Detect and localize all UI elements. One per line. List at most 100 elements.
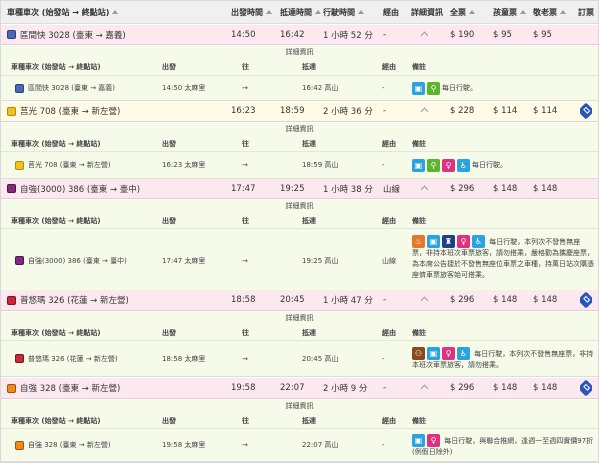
detail-train: 區間快 3028 (臺東 → 嘉義) bbox=[15, 76, 115, 100]
tzechiang-train-icon bbox=[7, 383, 16, 393]
detail-header-row: 車種車次 (始發站 → 終點站) 出發 往 抵達 經由 備註 bbox=[1, 325, 598, 341]
collapse-details-button[interactable] bbox=[421, 290, 428, 310]
col-duration[interactable]: 行駛時間 bbox=[323, 1, 364, 23]
puyuma-train-icon bbox=[15, 354, 24, 363]
full-fare: $ 296 bbox=[450, 295, 475, 305]
col-book-label: 訂票 bbox=[578, 7, 594, 17]
col-senior[interactable]: 敬老票 bbox=[533, 1, 566, 23]
detail-col-train: 車種車次 (始發站 → 終點站) bbox=[11, 139, 101, 148]
train-name[interactable]: 自強 328 (臺東 → 新左營) bbox=[7, 378, 120, 398]
train-number: 自強 328 bbox=[20, 384, 56, 394]
note-paragraph: ⚇ ▣ ♀ ♿ 每日行駛，本列次不發售無座票，非持本班次車票旅客，請勿搭乘。 bbox=[412, 347, 594, 371]
detail-route: 自強 328 (臺東 → 新左營) bbox=[28, 441, 111, 449]
calendar-icon: ▣ bbox=[427, 235, 440, 248]
detail-col-via: 經由 bbox=[382, 416, 396, 425]
collapse-details-button[interactable] bbox=[421, 179, 428, 198]
calendar-icon: ▣ bbox=[412, 81, 425, 95]
duration: 2 小時 9 分 bbox=[323, 384, 368, 394]
duration: 1 小時 38 分 bbox=[323, 184, 373, 195]
arrive-time: 22:07 bbox=[280, 383, 305, 393]
detail-note: ⚇ ▣ ♀ ♿ 每日行駛，本列次不發售無座票，非持本班次車票旅客，請勿搭乘。 bbox=[412, 347, 594, 371]
detail-row: 自強(3000) 386 (臺東 → 臺中) 17:47 太麻里 → 19:25… bbox=[1, 229, 598, 293]
detail-col-arrive: 抵達 bbox=[302, 416, 316, 425]
chevron-up-icon bbox=[421, 384, 428, 395]
collapse-details-button[interactable] bbox=[421, 101, 428, 121]
detail-col-note: 備註 bbox=[412, 139, 426, 148]
timetable: 車種車次 (始發站 → 終點站) 出發時間 抵達時間 行駛時間 經由 詳細資訊 … bbox=[0, 0, 599, 463]
detail-title-label: 詳細資訊 bbox=[285, 402, 314, 410]
detail-col-to: 往 bbox=[242, 139, 249, 148]
detail-title-label: 詳細資訊 bbox=[285, 202, 314, 210]
train-name[interactable]: 自強(3000) 386 (臺東 → 臺中) bbox=[7, 179, 140, 198]
detail-header-row: 車種車次 (始發站 → 終點站) 出發 往 抵達 經由 備註 bbox=[1, 136, 598, 152]
detail-col-via: 經由 bbox=[382, 216, 396, 225]
detail-col-arrive: 抵達 bbox=[302, 63, 316, 71]
train-row[interactable]: 莒光 708 (臺東 → 新左營) 16:23 18:59 2 小時 36 分 … bbox=[1, 101, 598, 122]
calendar-icon: ▣ bbox=[412, 434, 425, 447]
depart-time: 14:50 bbox=[231, 29, 256, 40]
col-child-label: 孩童票 bbox=[493, 7, 517, 17]
collapse-details-button[interactable] bbox=[421, 25, 428, 44]
tzechiang-train-icon bbox=[15, 256, 24, 265]
detail-col-via: 經由 bbox=[382, 328, 396, 337]
bike-icon: ⚲ bbox=[427, 81, 440, 95]
train-row[interactable]: 自強 328 (臺東 → 新左營) 19:58 22:07 2 小時 9 分 -… bbox=[1, 378, 598, 399]
senior-fare: $ 148 bbox=[533, 295, 558, 305]
book-ticket-button[interactable] bbox=[580, 378, 592, 398]
detail-depart: 16:23 太麻里 bbox=[162, 161, 206, 169]
col-child[interactable]: 孩童票 bbox=[493, 1, 526, 23]
arrive-time: 18:59 bbox=[280, 106, 305, 116]
detail-arrive: 16:42 高山 bbox=[302, 84, 339, 92]
col-depart[interactable]: 出發時間 bbox=[231, 1, 272, 23]
detail-title: 詳細資訊 bbox=[1, 200, 598, 213]
train-name[interactable]: 普悠瑪 326 (花蓮 → 新左營) bbox=[7, 290, 129, 310]
sort-icon bbox=[358, 10, 364, 14]
detail-col-note: 備註 bbox=[412, 416, 426, 425]
detail-col-depart: 出發 bbox=[162, 63, 176, 71]
detail-note: ▣ ♀ 每日行駛，與聯合推網，逢週一至週四實價97折(例假日除外) bbox=[412, 434, 594, 458]
group-icon: ⚇ bbox=[412, 347, 425, 360]
book-ticket-button[interactable] bbox=[580, 101, 592, 121]
chukuang-train-icon bbox=[7, 106, 16, 116]
via: - bbox=[383, 106, 387, 116]
detail-route: 普悠瑪 326 (花蓮 → 新左營) bbox=[28, 354, 118, 363]
col-depart-label: 出發時間 bbox=[231, 7, 263, 17]
col-train[interactable]: 車種車次 (始發站 → 終點站) bbox=[7, 1, 119, 23]
nursing-room-icon: ♀ bbox=[457, 235, 470, 248]
detail-col-train: 車種車次 (始發站 → 終點站) bbox=[11, 416, 101, 425]
col-arrive[interactable]: 抵達時間 bbox=[280, 1, 321, 23]
full-fare: $ 228 bbox=[450, 106, 475, 116]
sort-icon bbox=[560, 10, 566, 14]
col-train-label: 車種車次 (始發站 → 終點站) bbox=[7, 7, 110, 17]
train-row[interactable]: 區間快 3028 (臺東 → 嘉義) 14:50 16:42 1 小時 52 分… bbox=[1, 25, 598, 45]
col-book: 訂票 bbox=[578, 1, 594, 23]
via: 山線 bbox=[383, 184, 401, 195]
detail-header-row: 車種車次 (始發站 → 終點站) 出發 往 抵達 經由 備註 bbox=[1, 59, 598, 76]
detail-route: 自強(3000) 386 (臺東 → 臺中) bbox=[28, 256, 127, 265]
sort-icon bbox=[266, 10, 272, 14]
arrow-right-icon: → bbox=[242, 256, 248, 265]
via: - bbox=[383, 29, 387, 40]
detail-row: 普悠瑪 326 (花蓮 → 新左營) 18:58 太麻里 → 20:45 高山 … bbox=[1, 341, 598, 377]
detail-depart: 19:58 太麻里 bbox=[162, 441, 206, 449]
chevron-up-icon bbox=[421, 185, 428, 195]
nursing-room-icon: ♀ bbox=[442, 347, 455, 360]
detail-col-to: 往 bbox=[242, 328, 249, 337]
col-duration-label: 行駛時間 bbox=[323, 7, 355, 17]
detail-col-via: 經由 bbox=[382, 63, 396, 71]
child-fare: $ 148 bbox=[493, 383, 518, 393]
col-via: 經由 bbox=[383, 1, 399, 23]
note-paragraph: ▣ ♀ 每日行駛，與聯合推網，逢週一至週四實價97折(例假日除外) bbox=[412, 434, 594, 458]
col-full[interactable]: 全票 bbox=[450, 1, 475, 23]
book-ticket-button[interactable] bbox=[580, 290, 592, 310]
train-name[interactable]: 莒光 708 (臺東 → 新左營) bbox=[7, 101, 120, 121]
train-name[interactable]: 區間快 3028 (臺東 → 嘉義) bbox=[7, 25, 126, 44]
collapse-details-button[interactable] bbox=[421, 378, 428, 398]
table-header: 車種車次 (始發站 → 終點站) 出發時間 抵達時間 行駛時間 經由 詳細資訊 … bbox=[1, 1, 598, 24]
train-row[interactable]: 自強(3000) 386 (臺東 → 臺中) 17:47 19:25 1 小時 … bbox=[1, 179, 598, 199]
detail-title: 詳細資訊 bbox=[1, 400, 598, 413]
detail-header-row: 車種車次 (始發站 → 終點站) 出發 往 抵達 經由 備註 bbox=[1, 413, 598, 429]
wheelchair-icon: ♿ bbox=[457, 158, 470, 172]
detail-row: 莒光 708 (臺東 → 新左營) 16:23 太麻里 → 18:59 高山 -… bbox=[1, 152, 598, 179]
train-row[interactable]: 普悠瑪 326 (花蓮 → 新左營) 18:58 20:45 1 小時 47 分… bbox=[1, 290, 598, 311]
